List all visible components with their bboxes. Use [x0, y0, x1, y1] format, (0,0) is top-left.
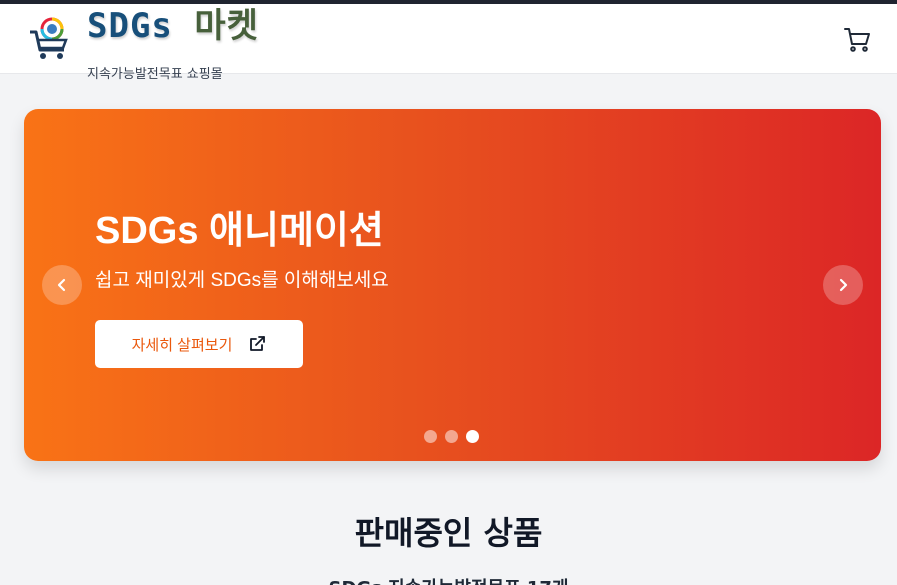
brand-name-part1: SDGs [87, 6, 173, 46]
carousel-prev-button[interactable] [42, 265, 82, 305]
carousel-dot-2[interactable] [445, 430, 458, 443]
carousel-dot-3[interactable] [466, 430, 479, 443]
section-subtitle: SDGs 지속가능발전목표 17개 [0, 574, 897, 585]
chevron-right-icon [839, 278, 848, 292]
carousel-indicators [424, 430, 479, 443]
globe-shopping-cart-icon[interactable] [28, 16, 70, 62]
brand-tagline: 지속가능발전목표 쇼핑몰 [87, 67, 223, 82]
brand-name-part2: 마켓 [194, 6, 259, 46]
banner-subtitle: 쉽고 재미있게 SDGs를 이해해보세요 [95, 270, 389, 291]
external-link-icon [250, 336, 266, 351]
carousel-next-button[interactable] [823, 265, 863, 305]
brand-name[interactable]: SDGs 마켓 [87, 4, 259, 48]
hero-carousel: SDGs 애니메이션 쉽고 재미있게 SDGs를 이해해보세요 자세히 살펴보기 [24, 109, 881, 461]
learn-more-label: 자세히 살펴보기 [131, 336, 233, 354]
section-title: 판매중인 상품 [354, 514, 543, 552]
banner-title: SDGs 애니메이션 [95, 210, 384, 252]
carousel-dot-1[interactable] [424, 430, 437, 443]
chevron-left-icon [57, 278, 66, 292]
learn-more-button[interactable]: 자세히 살펴보기 [95, 320, 303, 368]
cart-icon[interactable] [843, 26, 871, 54]
site-header: SDGs 마켓 지속가능발전목표 쇼핑몰 [0, 4, 897, 82]
